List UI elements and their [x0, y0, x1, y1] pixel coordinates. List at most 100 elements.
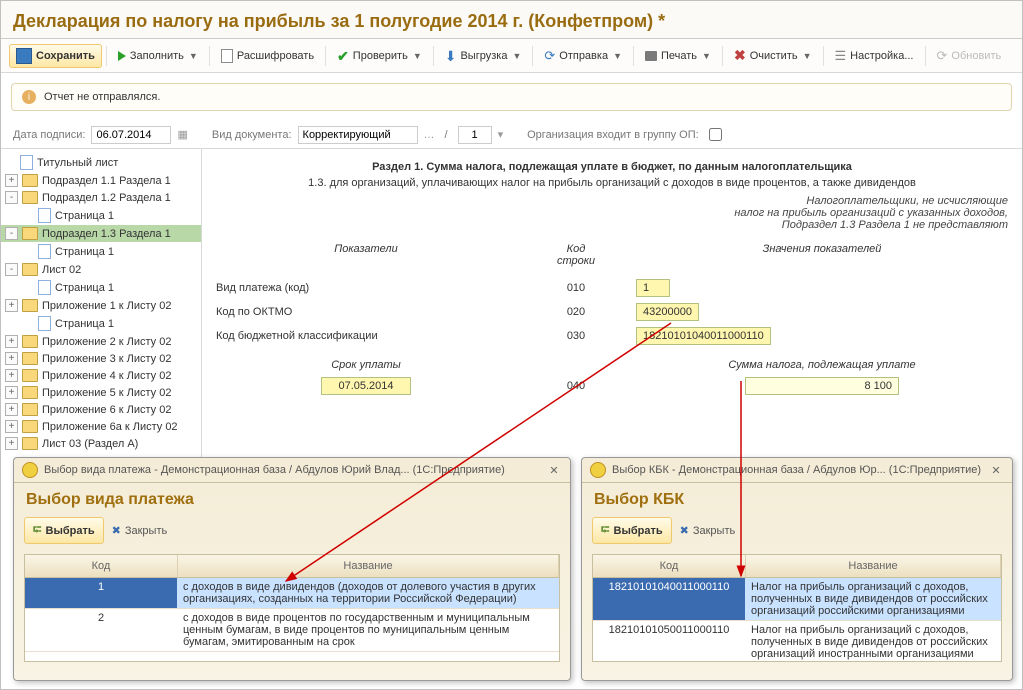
dialog-caption: Выбор вида платежа - Демонстрационная ба… — [44, 464, 505, 476]
x-icon: ✖ — [734, 47, 746, 64]
table-row[interactable]: 18210101040011000110Налог на прибыль орг… — [593, 578, 1001, 621]
meta-row: Дата подписи: ▦ Вид документа: … / ▾ Орг… — [1, 121, 1022, 149]
app-icon — [22, 462, 38, 478]
table-row[interactable]: 1с доходов в виде дивидендов (доходов от… — [25, 578, 559, 609]
page-icon — [38, 208, 51, 223]
save-button[interactable]: Сохранить — [9, 44, 102, 68]
row-code: 040 — [516, 380, 636, 392]
tree-node[interactable]: Титульный лист — [1, 153, 201, 172]
send-button[interactable]: ⟳Отправка▼ — [537, 44, 629, 68]
tree-node[interactable]: +Приложение 3 к Листу 02 — [1, 350, 201, 367]
folder-icon — [22, 174, 38, 187]
page-icon — [20, 155, 33, 170]
tree-node[interactable]: +Приложение 2 к Листу 02 — [1, 333, 201, 350]
row-code: 030 — [516, 330, 636, 342]
table-row[interactable]: 18210101050011000110Налог на прибыль орг… — [593, 621, 1001, 662]
folder-icon — [22, 420, 38, 433]
col-hdr-indicator: Показатели — [216, 243, 516, 267]
print-button[interactable]: Печать▼ — [638, 46, 718, 66]
select-button[interactable]: ⮓Выбрать — [24, 517, 104, 544]
doc-type-field[interactable] — [298, 126, 418, 144]
export-button[interactable]: ⬇Выгрузка▼ — [438, 45, 529, 67]
sign-date-field[interactable] — [91, 126, 171, 144]
window-title: Декларация по налогу на прибыль за 1 пол… — [1, 1, 1022, 39]
folder-icon — [22, 437, 38, 450]
doc-icon — [221, 49, 233, 63]
col-hdr-values: Значения показателей — [636, 243, 1008, 267]
folder-icon — [22, 335, 38, 348]
folder-icon — [22, 352, 38, 365]
dialog-close-button[interactable]: ✕ — [988, 464, 1004, 477]
dialog-title: Выбор вида платежа — [14, 483, 570, 513]
subhdr-term: Срок уплаты — [216, 359, 516, 371]
folder-icon — [22, 369, 38, 382]
folder-icon — [22, 227, 38, 240]
kbk-grid[interactable]: КодНазвание 18210101040011000110Налог на… — [592, 554, 1002, 662]
doc-num-field[interactable] — [458, 126, 492, 144]
dialog-title: Выбор КБК — [582, 483, 1012, 513]
kbk-field[interactable]: 18210101040011000110 — [636, 327, 771, 345]
close-button[interactable]: ✖Закрыть — [680, 524, 736, 537]
row-code: 020 — [516, 306, 636, 318]
folder-icon — [22, 191, 38, 204]
dialog-caption: Выбор КБК - Демонстрационная база / Абду… — [612, 464, 981, 476]
page-icon — [38, 244, 51, 259]
payment-type-field[interactable]: 1 — [636, 279, 670, 297]
tree-node[interactable]: Страница 1 — [1, 206, 201, 225]
tree-node[interactable]: +Приложение 1 к Листу 02 — [1, 297, 201, 314]
gear-icon: ☰ — [835, 48, 847, 64]
subhdr-amount: Сумма налога, подлежащая уплате — [636, 359, 1008, 371]
tree-node[interactable]: +Лист 03 (Раздел А) — [1, 435, 201, 452]
tree-node[interactable]: Страница 1 — [1, 314, 201, 333]
toolbar: Сохранить Заполнить▼ Расшифровать ✔Прове… — [1, 39, 1022, 73]
clear-button[interactable]: ✖Очистить▼ — [727, 43, 819, 68]
folder-icon — [22, 403, 38, 416]
check-button[interactable]: ✔Проверить▼ — [330, 45, 429, 67]
tree-node[interactable]: Страница 1 — [1, 242, 201, 261]
page-icon — [38, 280, 51, 295]
tree-node[interactable]: -Лист 02 — [1, 261, 201, 278]
folder-icon — [22, 263, 38, 276]
check-icon: ✔ — [337, 49, 349, 63]
table-row[interactable]: 2с доходов в виде процентов по государст… — [25, 609, 559, 652]
select-button[interactable]: ⮓Выбрать — [592, 517, 672, 544]
payment-type-grid[interactable]: КодНазвание 1с доходов в виде дивидендов… — [24, 554, 560, 662]
col-hdr-code: Кодстроки — [516, 243, 636, 267]
send-icon: ⟳ — [544, 48, 555, 64]
app-icon — [590, 462, 606, 478]
disk-icon — [16, 48, 32, 64]
setup-button[interactable]: ☰Настройка... — [828, 44, 921, 68]
tree-node[interactable]: -Подраздел 1.3 Раздела 1 — [1, 225, 201, 242]
tree-node[interactable]: +Подраздел 1.1 Раздела 1 — [1, 172, 201, 189]
payment-type-dialog: Выбор вида платежа - Демонстрационная ба… — [13, 457, 571, 681]
play-icon — [118, 51, 126, 61]
tree-node[interactable]: +Приложение 4 к Листу 02 — [1, 367, 201, 384]
status-banner: i Отчет не отправлялся. — [11, 83, 1012, 111]
amount-field[interactable]: 8 100 — [745, 377, 899, 395]
page-icon — [38, 316, 51, 331]
download-icon: ⬇ — [445, 49, 457, 63]
oktmo-field[interactable]: 43200000 — [636, 303, 699, 321]
kbk-dialog: Выбор КБК - Демонстрационная база / Абду… — [581, 457, 1013, 681]
row-label: Код бюджетной классификации — [216, 330, 516, 342]
term-date-field[interactable]: 07.05.2014 — [321, 377, 410, 395]
row-code: 010 — [516, 282, 636, 294]
tree-node[interactable]: +Приложение 5 к Листу 02 — [1, 384, 201, 401]
refresh-icon: ⟳ — [937, 48, 948, 64]
folder-icon — [22, 386, 38, 399]
decode-button[interactable]: Расшифровать — [214, 45, 321, 67]
org-group-checkbox[interactable] — [709, 128, 722, 141]
section-subtitle: 1.3. для организаций, уплачивающих налог… — [216, 177, 1008, 189]
tree-node[interactable]: -Подраздел 1.2 Раздела 1 — [1, 189, 201, 206]
tree-node[interactable]: +Приложение 6а к Листу 02 — [1, 418, 201, 435]
fill-button[interactable]: Заполнить▼ — [111, 46, 205, 66]
row-label: Код по ОКТМО — [216, 306, 516, 318]
tree-node[interactable]: +Приложение 6 к Листу 02 — [1, 401, 201, 418]
close-button[interactable]: ✖Закрыть — [112, 524, 168, 537]
refresh-button[interactable]: ⟳Обновить — [930, 44, 1009, 68]
row-label: Вид платежа (код) — [216, 282, 516, 294]
folder-icon — [22, 299, 38, 312]
section-title: Раздел 1. Сумма налога, подлежащая уплат… — [216, 161, 1008, 173]
tree-node[interactable]: Страница 1 — [1, 278, 201, 297]
dialog-close-button[interactable]: ✕ — [546, 464, 562, 477]
